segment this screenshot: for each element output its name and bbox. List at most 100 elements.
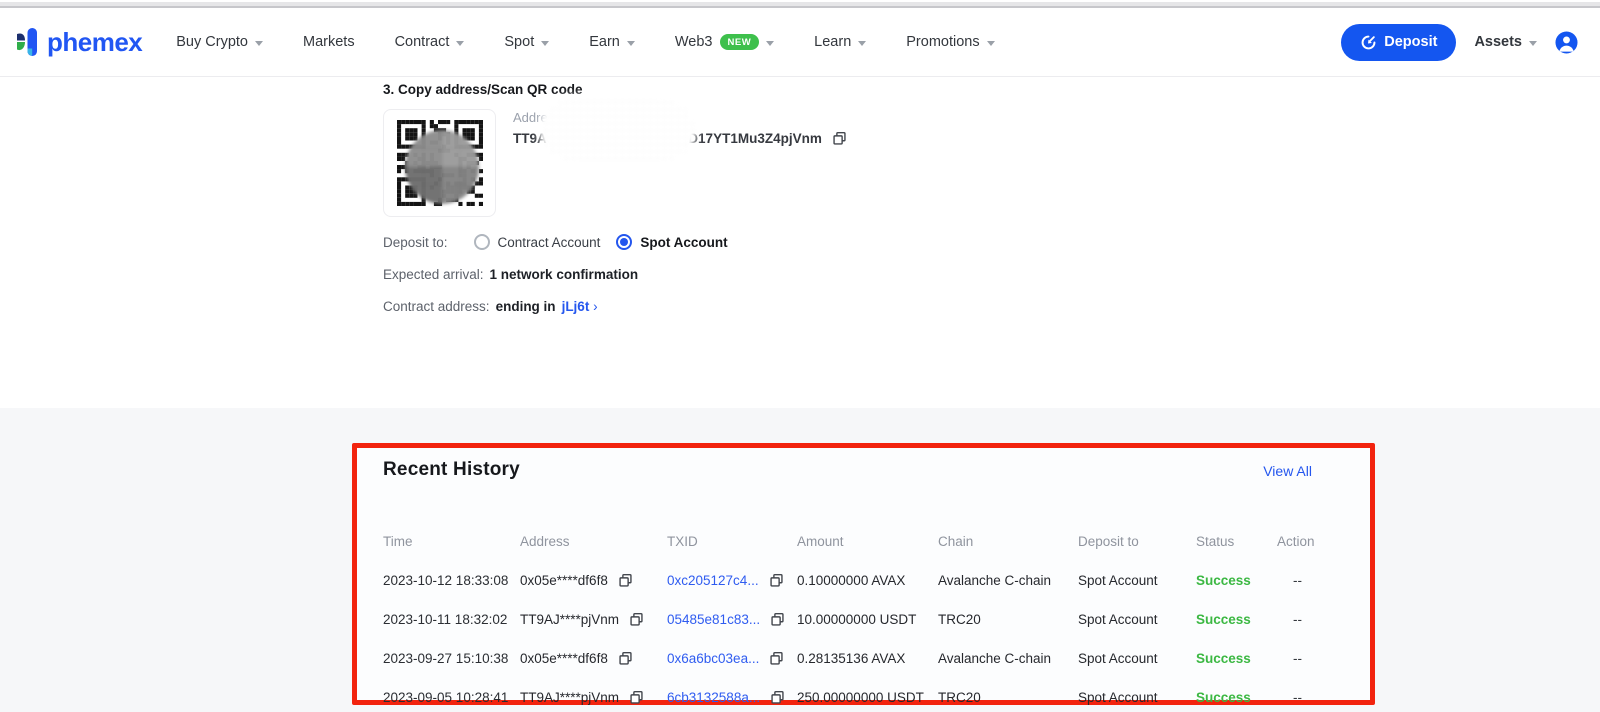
col-header-status: Status [1196, 527, 1277, 557]
cell-chain: Avalanche C-chain [938, 651, 1078, 666]
nav-label: Earn [589, 34, 620, 50]
user-avatar-icon[interactable] [1555, 31, 1578, 54]
deposit-to-label: Deposit to: [383, 235, 448, 250]
deposit-to-row: Deposit to: Contract Account Spot Accoun… [383, 234, 728, 250]
radio-spot-account[interactable]: Spot Account [616, 234, 727, 250]
deposit-step-section: 3. Copy address/Scan QR code Address TT9… [0, 78, 1600, 408]
cell-amount: 0.10000000 AVAX [797, 573, 938, 588]
cell-chain: TRC20 [938, 612, 1078, 627]
nav-label: Spot [504, 34, 534, 50]
copy-icon[interactable] [629, 612, 644, 627]
col-header-time: Time [383, 527, 520, 557]
nav-item-buy-crypto[interactable]: Buy Crypto [176, 34, 263, 50]
cell-time: 2023-09-05 10:28:41 [383, 690, 520, 705]
txid-link[interactable]: 05485e81c83... [667, 612, 760, 627]
cell-status: Success [1196, 612, 1277, 627]
deposit-arrow-icon [1360, 34, 1377, 51]
chevron-down-icon [1529, 41, 1537, 46]
phemex-logo[interactable]: phemex [14, 25, 142, 59]
txid-link[interactable]: 6cb3132588a... [667, 690, 760, 705]
cell-txid: 6cb3132588a... [667, 690, 797, 705]
cell-action: -- [1277, 612, 1339, 627]
assets-menu[interactable]: Assets [1474, 34, 1537, 50]
txid-link[interactable]: 0xc205127c4... [667, 573, 759, 588]
phemex-logo-text: phemex [47, 27, 142, 58]
radio-label: Contract Account [498, 235, 601, 250]
nav-label: Web3 [675, 34, 713, 50]
new-badge: NEW [720, 34, 760, 50]
col-header-address: Address [520, 527, 667, 557]
nav-label: Promotions [906, 34, 979, 50]
cell-status: Success [1196, 690, 1277, 705]
nav-label: Buy Crypto [176, 34, 248, 50]
top-navbar: phemex Buy Crypto Markets Contract Spot … [0, 8, 1600, 77]
chevron-down-icon [987, 41, 995, 46]
copy-icon[interactable] [769, 573, 784, 588]
address-text: 0x05e****df6f8 [520, 573, 608, 588]
cell-status: Success [1196, 651, 1277, 666]
expected-arrival-label: Expected arrival: [383, 267, 484, 282]
cell-status: Success [1196, 573, 1277, 588]
address-blurred-overlay [542, 99, 694, 161]
nav-item-earn[interactable]: Earn [589, 34, 635, 50]
nav-label: Markets [303, 34, 355, 50]
address-text: TT9AJ****pjVnm [520, 612, 619, 627]
assets-label: Assets [1474, 34, 1522, 50]
cell-chain: Avalanche C-chain [938, 573, 1078, 588]
contract-address-row: Contract address: ending in jLj6t [383, 299, 598, 314]
address-text: TT9AJ****pjVnm [520, 690, 619, 705]
cell-time: 2023-10-12 18:33:08 [383, 573, 520, 588]
phemex-logo-icon [14, 25, 41, 59]
recent-history-card-annotated: Recent History View All Time Address TXI… [352, 443, 1375, 705]
copy-icon[interactable] [770, 612, 785, 627]
copy-address-icon[interactable] [832, 131, 847, 146]
cell-deposit-to: Spot Account [1078, 651, 1196, 666]
deposit-button[interactable]: Deposit [1341, 24, 1456, 61]
cell-txid: 0xc205127c4... [667, 573, 797, 588]
view-all-link[interactable]: View All [1263, 463, 1312, 479]
cell-time: 2023-10-11 18:32:02 [383, 612, 520, 627]
cell-amount: 250.00000000 USDT [797, 690, 938, 705]
qr-blurred-region [405, 130, 479, 204]
nav-item-learn[interactable]: Learn [814, 34, 866, 50]
nav-item-contract[interactable]: Contract [395, 34, 465, 50]
copy-icon[interactable] [629, 690, 644, 705]
nav-label: Contract [395, 34, 450, 50]
contract-address-value: ending in [496, 299, 556, 314]
cell-action: -- [1277, 573, 1339, 588]
nav-item-spot[interactable]: Spot [504, 34, 549, 50]
chevron-down-icon [541, 41, 549, 46]
contract-address-link[interactable]: jLj6t [562, 299, 598, 314]
copy-icon[interactable] [770, 690, 785, 705]
cell-action: -- [1277, 690, 1339, 705]
radio-selected-icon[interactable] [616, 234, 632, 250]
copy-icon[interactable] [769, 651, 784, 666]
chevron-down-icon [627, 41, 635, 46]
col-header-txid: TXID [667, 527, 797, 557]
nav-item-markets[interactable]: Markets [303, 34, 355, 50]
chevron-down-icon [456, 41, 464, 46]
cell-address: TT9AJ****pjVnm [520, 612, 667, 627]
cell-deposit-to: Spot Account [1078, 612, 1196, 627]
cell-address: 0x05e****df6f8 [520, 573, 667, 588]
recent-history-title: Recent History [383, 459, 520, 481]
col-header-chain: Chain [938, 527, 1078, 557]
chevron-down-icon [858, 41, 866, 46]
copy-icon[interactable] [618, 573, 633, 588]
radio-unselected-icon[interactable] [474, 234, 490, 250]
nav-item-web3[interactable]: Web3 NEW [675, 34, 774, 50]
nav-item-promotions[interactable]: Promotions [906, 34, 994, 50]
radio-contract-account[interactable]: Contract Account [474, 234, 601, 250]
cell-chain: TRC20 [938, 690, 1078, 705]
lower-section: Recent History View All Time Address TXI… [0, 408, 1600, 712]
copy-icon[interactable] [618, 651, 633, 666]
qr-code-box [383, 109, 496, 217]
contract-address-label: Contract address: [383, 299, 490, 314]
window-top-edge [0, 0, 1600, 8]
txid-link[interactable]: 0x6a6bc03ea... [667, 651, 759, 666]
cell-txid: 05485e81c83... [667, 612, 797, 627]
chevron-down-icon [766, 41, 774, 46]
nav-label: Learn [814, 34, 851, 50]
cell-deposit-to: Spot Account [1078, 690, 1196, 705]
expected-arrival-value: 1 network confirmation [490, 267, 639, 282]
